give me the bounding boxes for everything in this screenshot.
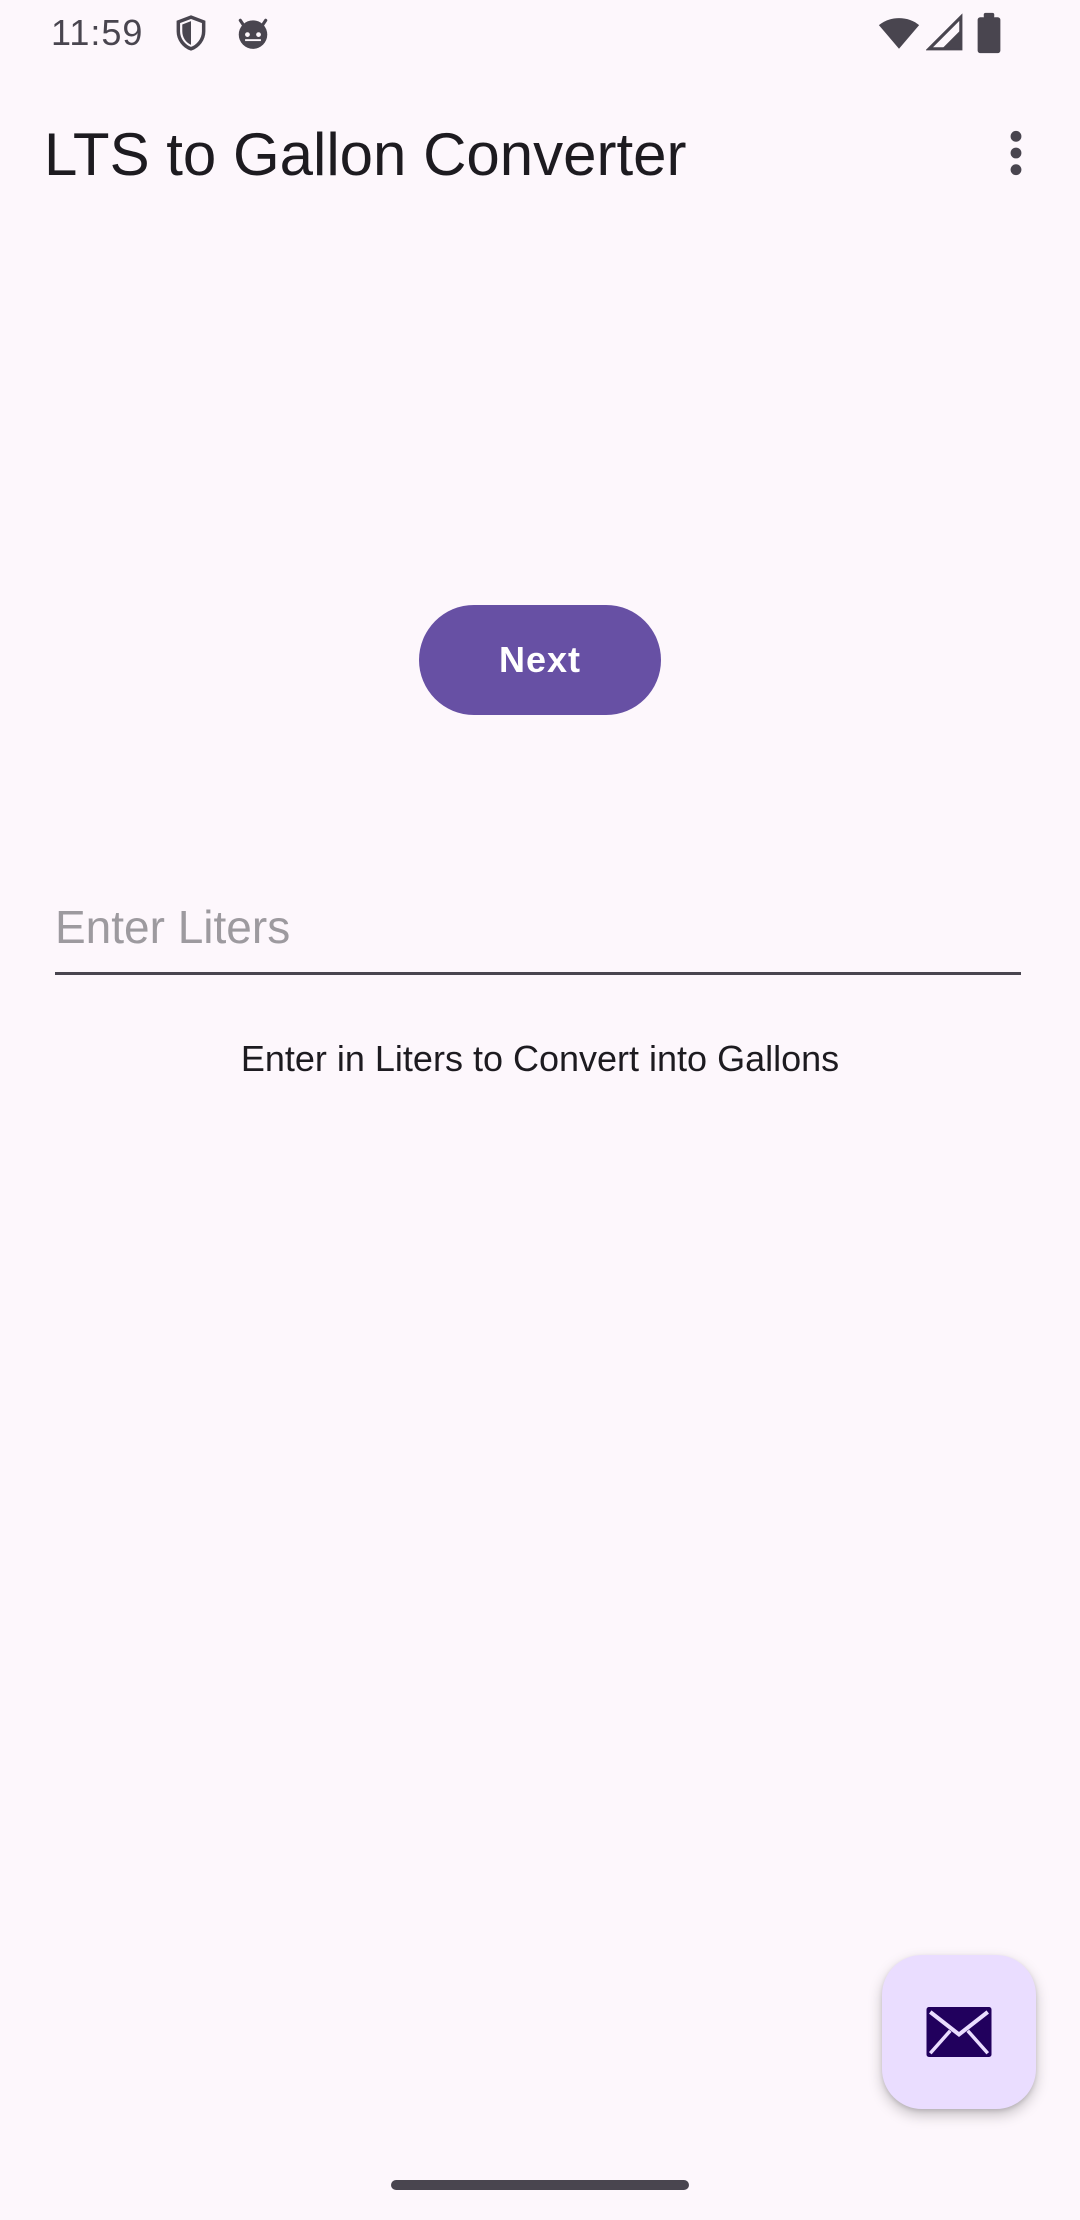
mail-fab-button[interactable] (882, 1955, 1036, 2109)
more-options-button[interactable] (986, 123, 1046, 183)
helper-text: Enter in Liters to Convert into Gallons (240, 1038, 840, 1079)
app-screen: 11:59 LTS to Gallon Converter Next Enter… (0, 0, 1080, 2220)
next-button[interactable]: Next (419, 605, 661, 715)
wifi-icon (878, 12, 920, 54)
status-time: 11:59 (51, 12, 144, 53)
gesture-nav-handle[interactable] (391, 2180, 689, 2190)
shield-icon (172, 14, 210, 52)
more-vert-icon (1010, 130, 1022, 176)
mail-icon (926, 2007, 992, 2057)
android-face-icon (234, 14, 272, 52)
top-app-bar: LTS to Gallon Converter (0, 66, 1080, 246)
battery-icon (976, 12, 1002, 54)
liters-input[interactable] (55, 890, 1021, 975)
status-bar: 11:59 (0, 0, 1080, 66)
signal-icon (925, 12, 964, 54)
app-title: LTS to Gallon Converter (44, 121, 687, 188)
